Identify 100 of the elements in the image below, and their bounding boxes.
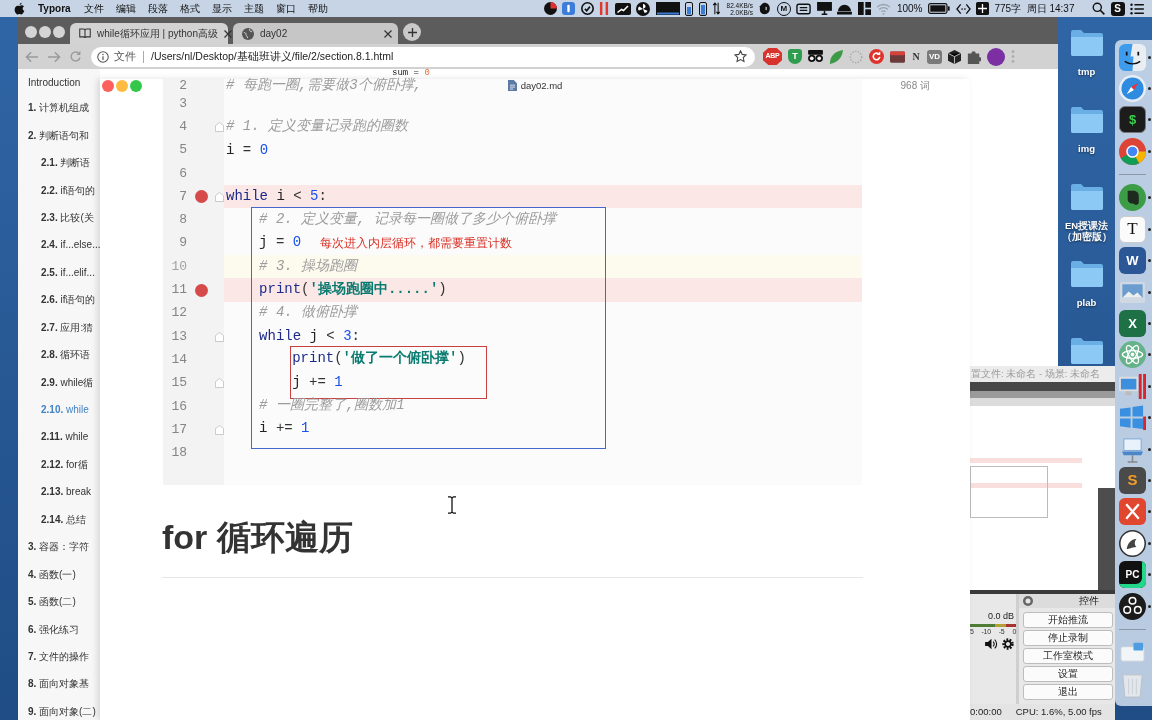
tiles-icon[interactable]	[857, 2, 871, 15]
toc-link[interactable]: 9. 面向对象(二)	[28, 705, 96, 717]
dotted-circle-icon[interactable]	[849, 49, 863, 64]
bar-badge-icon[interactable]	[562, 2, 576, 15]
toc-link[interactable]: 3. 容器：字符	[28, 541, 90, 553]
folder-icon[interactable]	[1070, 337, 1103, 365]
podium-icon[interactable]	[1119, 435, 1146, 463]
check-circle-icon[interactable]	[580, 2, 594, 15]
new-tab-button[interactable]	[403, 23, 421, 41]
fold-marker-icon[interactable]	[215, 378, 224, 389]
folder-icon[interactable]	[1070, 106, 1103, 134]
toc-link[interactable]: 2. 判断语句和	[28, 129, 90, 141]
folder-icon[interactable]	[1070, 260, 1103, 288]
graph-box-icon[interactable]	[655, 2, 680, 15]
toc-link[interactable]: 2.4. if...else...	[41, 239, 100, 251]
toc-link[interactable]: 2.5. if...elif...	[41, 266, 95, 278]
app-tile[interactable]: T	[1119, 215, 1146, 243]
control-button[interactable]: 停止录制	[1023, 630, 1113, 646]
control-button[interactable]: 工作室模式	[1023, 648, 1113, 664]
fold-marker-icon[interactable]	[215, 424, 224, 435]
close-icon[interactable]	[384, 29, 392, 38]
menu-item[interactable]: 主题	[243, 2, 264, 15]
tricolor-wheel-icon[interactable]	[1119, 137, 1146, 165]
browser-tab[interactable]: day02	[233, 23, 398, 44]
status-badge[interactable]: S	[1110, 1, 1125, 16]
monitor-bars-icon[interactable]	[1119, 372, 1146, 400]
settings-icon[interactable]	[1002, 638, 1014, 650]
puzzle-icon[interactable]	[967, 49, 982, 64]
atom-icon[interactable]	[1119, 341, 1146, 369]
toc-link[interactable]: 2.11. while	[41, 431, 89, 443]
toc-link[interactable]: 6. 强化练习	[28, 623, 80, 635]
extension-badge[interactable]: N	[911, 50, 921, 63]
ring-icon[interactable]	[1023, 596, 1033, 606]
pause-icon[interactable]	[599, 2, 610, 15]
window-close-button[interactable]	[25, 26, 37, 38]
toc-link[interactable]: 2.10. while	[41, 404, 89, 416]
toc-link[interactable]: 4. 函数(一)	[28, 568, 76, 580]
face-tile-icon[interactable]	[1119, 43, 1146, 71]
fan-icon[interactable]	[636, 1, 651, 16]
toc-link[interactable]: 8. 面向对象基	[28, 678, 90, 690]
gauge-bar-icon[interactable]	[698, 1, 707, 16]
toc-link[interactable]: 2.13. break	[41, 486, 92, 498]
menu-item[interactable]: 窗口	[275, 2, 296, 15]
window-panes-icon[interactable]	[1119, 404, 1146, 432]
breakpoint-icon[interactable]	[194, 190, 208, 204]
toc-link[interactable]: 2.14. 总结	[41, 513, 87, 525]
menu-item[interactable]: 格式	[179, 2, 200, 15]
toc-link[interactable]: 7. 文件的操作	[28, 650, 90, 662]
toc-link[interactable]: 2.7. 应用:猜	[41, 321, 94, 333]
refresh-circle-icon[interactable]	[869, 49, 884, 64]
battery-icon[interactable]	[928, 3, 950, 14]
toc-link[interactable]: 2.6. if语句的	[41, 294, 96, 306]
leaf-icon[interactable]	[829, 49, 843, 64]
card-icon[interactable]	[890, 50, 905, 63]
window-close-button[interactable]	[102, 79, 114, 92]
speaker-icon[interactable]	[985, 638, 998, 650]
apple-icon[interactable]	[14, 2, 25, 15]
dome-icon[interactable]	[837, 2, 853, 15]
menu-item[interactable]: 帮助	[307, 2, 328, 15]
menu-item[interactable]: 段落	[147, 2, 168, 15]
toc-link[interactable]: 2.12. for循	[41, 458, 88, 470]
star-icon[interactable]	[734, 50, 747, 63]
x-tile-icon[interactable]	[1119, 498, 1146, 526]
blob-disc-icon[interactable]	[1119, 184, 1146, 212]
avatar-icon[interactable]	[987, 47, 1006, 66]
menu-item[interactable]: 显示	[211, 2, 232, 15]
chart-tile-icon[interactable]	[614, 2, 631, 15]
app-tile[interactable]: PC	[1119, 561, 1146, 589]
glasses-icon[interactable]	[808, 50, 823, 63]
blob-icon[interactable]	[758, 2, 772, 15]
folder-icon[interactable]	[1070, 183, 1103, 211]
toc-link[interactable]: 5. 函数(二)	[28, 596, 76, 608]
toc-link[interactable]: 2.8. 循环语	[41, 349, 91, 361]
compass-icon[interactable]	[1119, 74, 1146, 102]
switch-icon[interactable]	[796, 2, 812, 15]
window-minimize-button[interactable]	[39, 26, 51, 38]
control-button[interactable]: 设置	[1023, 666, 1113, 682]
gauge-bar-icon[interactable]	[685, 1, 694, 16]
close-icon[interactable]	[223, 29, 232, 38]
toc-link[interactable]: 1. 计算机组成	[28, 102, 90, 114]
control-button[interactable]: 退出	[1023, 684, 1113, 700]
fold-marker-icon[interactable]	[215, 191, 224, 202]
clock[interactable]: 周日 14:37	[1026, 2, 1075, 15]
three-ring-disc-icon[interactable]	[1119, 592, 1146, 620]
toc-link[interactable]: 2.1. 判断语	[41, 157, 91, 169]
search-icon[interactable]	[1092, 2, 1105, 15]
folder-icon[interactable]	[1070, 29, 1103, 57]
transfer-arrows-icon[interactable]	[712, 2, 722, 15]
fin-disc-icon[interactable]	[1119, 529, 1146, 557]
app-tile[interactable]: W	[1119, 247, 1146, 275]
address-bar[interactable]: 文件 /Users/nl/Desktop/基础班讲义/file/2/section.8.1.html	[91, 46, 755, 67]
toc-link[interactable]: 2.3. 比较(关	[41, 211, 94, 223]
monitor-icon[interactable]	[816, 2, 832, 15]
app-tile[interactable]: S	[1119, 466, 1146, 494]
app-tile[interactable]: $	[1119, 106, 1146, 134]
cube-icon[interactable]	[948, 49, 962, 64]
extension-badge[interactable]: VD	[927, 49, 943, 64]
breakpoint-icon[interactable]	[194, 283, 208, 297]
info-icon[interactable]	[97, 50, 109, 63]
code-arrows-icon[interactable]	[955, 2, 971, 15]
